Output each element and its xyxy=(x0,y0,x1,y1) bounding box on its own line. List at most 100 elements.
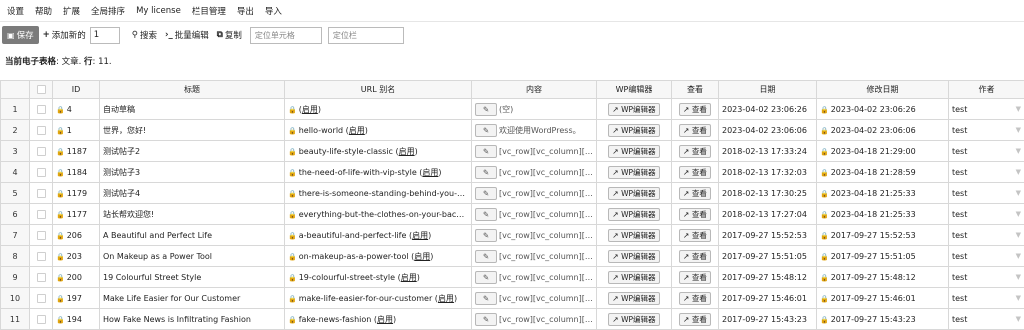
cell-content[interactable]: ✎[vc_row][vc_column][vc_ xyxy=(472,204,597,225)
view-button[interactable]: ↗ 查看 xyxy=(679,250,711,263)
edit-content-button[interactable]: ✎ xyxy=(475,124,497,137)
cell-content[interactable]: ✎[vc_row][vc_column][vc_ xyxy=(472,267,597,288)
menu-help[interactable]: 帮助 xyxy=(35,5,52,17)
view-button[interactable]: ↗ 查看 xyxy=(679,271,711,284)
cell-url-slug[interactable]: 🔒19-colourful-street-style (启用) xyxy=(285,267,472,288)
header-wp-editor[interactable]: WP编辑器 xyxy=(597,81,672,99)
cell-modified-date[interactable]: 🔒2023-04-02 23:06:06 xyxy=(817,120,949,141)
enable-link[interactable]: 启用 xyxy=(401,273,417,282)
view-button[interactable]: ↗ 查看 xyxy=(679,145,711,158)
wp-editor-button[interactable]: ↗ WP编辑器 xyxy=(608,187,659,200)
cell-url-slug[interactable]: 🔒hello-world (启用) xyxy=(285,120,472,141)
view-button[interactable]: ↗ 查看 xyxy=(679,313,711,326)
wp-editor-button[interactable]: ↗ WP编辑器 xyxy=(608,166,659,179)
menu-my-license[interactable]: My license xyxy=(136,6,181,16)
cell-url-slug[interactable]: 🔒beauty-life-style-classic (启用) xyxy=(285,141,472,162)
cell-modified-date[interactable]: 🔒2017-09-27 15:43:23 xyxy=(817,309,949,330)
bulk-edit-button[interactable]: ›_ 批量编辑 xyxy=(165,29,209,41)
enable-link[interactable]: 启用 xyxy=(302,105,318,114)
view-button[interactable]: ↗ 查看 xyxy=(679,166,711,179)
cell-id[interactable]: 🔒1187 xyxy=(53,141,100,162)
row-checkbox[interactable] xyxy=(30,183,53,204)
cell-id[interactable]: 🔒203 xyxy=(53,246,100,267)
wp-editor-button[interactable]: ↗ WP编辑器 xyxy=(608,313,659,326)
cell-date[interactable]: 2017-09-27 15:46:01 xyxy=(719,288,817,309)
dropdown-arrow-icon[interactable]: ▼ xyxy=(1016,315,1021,323)
cell-date[interactable]: 2023-04-02 23:06:26 xyxy=(719,99,817,120)
row-checkbox[interactable] xyxy=(30,204,53,225)
view-button[interactable]: ↗ 查看 xyxy=(679,292,711,305)
cell-author[interactable]: test▼ xyxy=(949,225,1024,246)
cell-author[interactable]: test▼ xyxy=(949,99,1024,120)
edit-content-button[interactable]: ✎ xyxy=(475,271,497,284)
cell-content[interactable]: ✎欢迎使用WordPress。 xyxy=(472,120,597,141)
enable-link[interactable]: 启用 xyxy=(414,252,430,261)
cell-modified-date[interactable]: 🔒2023-04-18 21:25:33 xyxy=(817,183,949,204)
enable-link[interactable]: 启用 xyxy=(422,168,438,177)
wp-editor-button[interactable]: ↗ WP编辑器 xyxy=(608,124,659,137)
cell-url-slug[interactable]: 🔒fake-news-fashion (启用) xyxy=(285,309,472,330)
cell-modified-date[interactable]: 🔒2017-09-27 15:52:53 xyxy=(817,225,949,246)
cell-id[interactable]: 🔒206 xyxy=(53,225,100,246)
cell-modified-date[interactable]: 🔒2017-09-27 15:48:12 xyxy=(817,267,949,288)
cell-modified-date[interactable]: 🔒2023-04-02 23:06:26 xyxy=(817,99,949,120)
header-id[interactable]: ID xyxy=(53,81,100,99)
edit-content-button[interactable]: ✎ xyxy=(475,208,497,221)
cell-url-slug[interactable]: 🔒on-makeup-as-a-power-tool (启用) xyxy=(285,246,472,267)
edit-content-button[interactable]: ✎ xyxy=(475,166,497,179)
cell-modified-date[interactable]: 🔒2023-04-18 21:28:59 xyxy=(817,162,949,183)
row-checkbox[interactable] xyxy=(30,225,53,246)
cell-id[interactable]: 🔒194 xyxy=(53,309,100,330)
cell-id[interactable]: 🔒200 xyxy=(53,267,100,288)
wp-editor-button[interactable]: ↗ WP编辑器 xyxy=(608,208,659,221)
dropdown-arrow-icon[interactable]: ▼ xyxy=(1016,126,1021,134)
wp-editor-button[interactable]: ↗ WP编辑器 xyxy=(608,271,659,284)
cell-title[interactable]: Make Life Easier for Our Customer xyxy=(100,288,285,309)
dropdown-arrow-icon[interactable]: ▼ xyxy=(1016,147,1021,155)
edit-content-button[interactable]: ✎ xyxy=(475,292,497,305)
cell-url-slug[interactable]: 🔒make-life-easier-for-our-customer (启用) xyxy=(285,288,472,309)
dropdown-arrow-icon[interactable]: ▼ xyxy=(1016,189,1021,197)
header-date[interactable]: 日期 xyxy=(719,81,817,99)
header-view[interactable]: 查看 xyxy=(672,81,719,99)
save-button[interactable]: ▣ 保存 xyxy=(2,26,39,44)
cell-modified-date[interactable]: 🔒2023-04-18 21:25:33 xyxy=(817,204,949,225)
cell-title[interactable]: How Fake News is Infiltrating Fashion xyxy=(100,309,285,330)
cell-author[interactable]: test▼ xyxy=(949,309,1024,330)
cell-id[interactable]: 🔒1177 xyxy=(53,204,100,225)
cell-content[interactable]: ✎[vc_row][vc_column][vc_ xyxy=(472,162,597,183)
cell-id[interactable]: 🔒1179 xyxy=(53,183,100,204)
wp-editor-button[interactable]: ↗ WP编辑器 xyxy=(608,250,659,263)
cell-modified-date[interactable]: 🔒2023-04-18 21:29:00 xyxy=(817,141,949,162)
edit-content-button[interactable]: ✎ xyxy=(475,313,497,326)
add-new-count-input[interactable]: 1 xyxy=(90,27,120,44)
menu-column-manager[interactable]: 栏目管理 xyxy=(192,5,226,17)
add-new-button[interactable]: + 添加新的 xyxy=(43,29,86,41)
dropdown-arrow-icon[interactable]: ▼ xyxy=(1016,252,1021,260)
header-author[interactable]: 作者 xyxy=(949,81,1024,99)
cell-id[interactable]: 🔒197 xyxy=(53,288,100,309)
cell-title[interactable]: On Makeup as a Power Tool xyxy=(100,246,285,267)
view-button[interactable]: ↗ 查看 xyxy=(679,187,711,200)
cell-title[interactable]: 站长帮欢迎您! xyxy=(100,204,285,225)
cell-author[interactable]: test▼ xyxy=(949,120,1024,141)
row-checkbox[interactable] xyxy=(30,267,53,288)
cell-title[interactable]: 测试帖子3 xyxy=(100,162,285,183)
wp-editor-button[interactable]: ↗ WP编辑器 xyxy=(608,145,659,158)
dropdown-arrow-icon[interactable]: ▼ xyxy=(1016,210,1021,218)
search-button[interactable]: ⚲ 搜索 xyxy=(132,29,157,41)
row-checkbox[interactable] xyxy=(30,162,53,183)
view-button[interactable]: ↗ 查看 xyxy=(679,229,711,242)
copy-button[interactable]: ⧉ 复制 xyxy=(217,29,242,41)
cell-date[interactable]: 2017-09-27 15:48:12 xyxy=(719,267,817,288)
locate-cell-input[interactable]: 定位单元格 xyxy=(250,27,322,44)
menu-import[interactable]: 导入 xyxy=(265,5,282,17)
enable-link[interactable]: 启用 xyxy=(399,147,415,156)
menu-settings[interactable]: 设置 xyxy=(7,5,24,17)
row-checkbox[interactable] xyxy=(30,120,53,141)
cell-author[interactable]: test▼ xyxy=(949,141,1024,162)
enable-link[interactable]: 启用 xyxy=(438,294,454,303)
locate-column-input[interactable]: 定位栏 xyxy=(328,27,404,44)
cell-author[interactable]: test▼ xyxy=(949,288,1024,309)
cell-date[interactable]: 2017-09-27 15:43:23 xyxy=(719,309,817,330)
